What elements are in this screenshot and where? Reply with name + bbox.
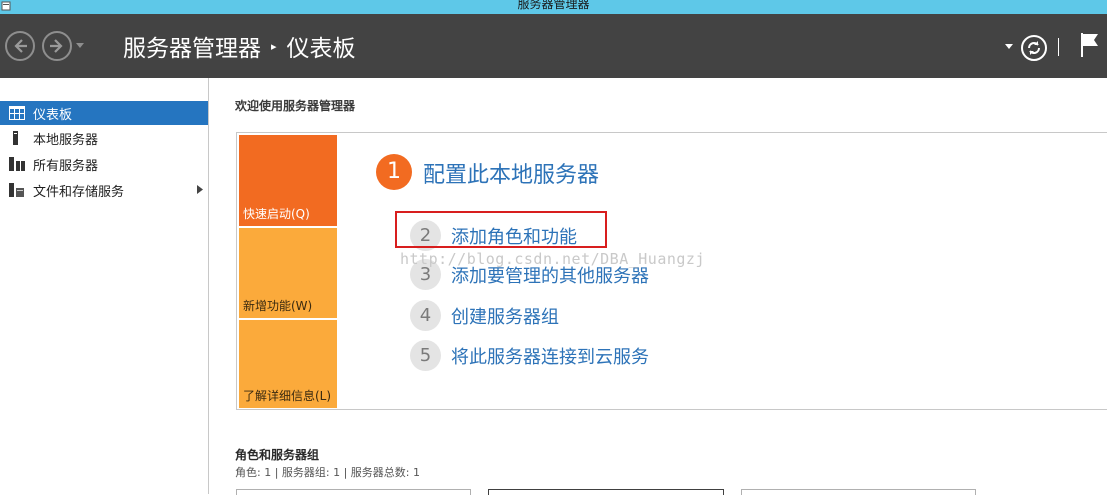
back-button[interactable] bbox=[5, 31, 35, 61]
chevron-right-icon[interactable] bbox=[197, 185, 203, 194]
roles-section-summary: 角色: 1 | 服务器组: 1 | 服务器总数: 1 bbox=[235, 466, 421, 479]
welcome-title: 欢迎使用服务器管理器 bbox=[235, 99, 356, 113]
tile-label: 新增功能(W) bbox=[243, 299, 313, 313]
role-card[interactable] bbox=[741, 489, 976, 495]
sidebar-item-label: 所有服务器 bbox=[33, 159, 99, 174]
tile-learn-more[interactable]: 了解详细信息(L) bbox=[239, 320, 337, 408]
sidebar-item-file-storage[interactable]: 文件和存储服务 bbox=[0, 178, 208, 202]
tile-whats-new[interactable]: 新增功能(W) bbox=[239, 228, 337, 318]
sidebar-item-dashboard[interactable]: 仪表板 bbox=[0, 101, 208, 125]
create-server-group-link[interactable]: 创建服务器组 bbox=[451, 303, 559, 329]
red-highlight-box bbox=[395, 211, 607, 248]
forward-button[interactable] bbox=[42, 31, 72, 61]
arrow-left-icon bbox=[14, 39, 27, 53]
quick-start-panel: 快速启动(Q) 新增功能(W) 了解详细信息(L) bbox=[236, 132, 1107, 410]
role-card[interactable] bbox=[488, 489, 724, 495]
server-icon bbox=[13, 131, 18, 145]
chevron-down-icon[interactable] bbox=[1005, 44, 1013, 49]
window-title: 服务器管理器 bbox=[517, 0, 590, 11]
storage-icon bbox=[9, 183, 24, 197]
sidebar-item-all-servers[interactable]: 所有服务器 bbox=[0, 152, 208, 176]
sidebar-item-label: 本地服务器 bbox=[33, 133, 99, 148]
refresh-button[interactable] bbox=[1021, 35, 1047, 61]
arrow-right-icon bbox=[50, 39, 63, 53]
roles-section-title: 角色和服务器组 bbox=[235, 448, 320, 462]
history-dropdown-icon[interactable] bbox=[76, 43, 84, 48]
breadcrumb-current: 仪表板 bbox=[286, 36, 356, 62]
tile-label: 快速启动(Q) bbox=[243, 207, 310, 221]
sidebar-item-label: 文件和存储服务 bbox=[33, 185, 125, 200]
header-divider bbox=[1058, 38, 1059, 56]
step-number-badge: 5 bbox=[410, 340, 441, 371]
watermark-text: http://blog.csdn.net/DBA_Huangzj bbox=[400, 250, 705, 268]
window-titlebar: 服务器管理器 bbox=[0, 0, 1107, 14]
step-number-badge: 1 bbox=[376, 154, 412, 190]
refresh-icon bbox=[1028, 41, 1040, 55]
dashboard-icon bbox=[9, 106, 25, 120]
servers-icon bbox=[9, 157, 25, 171]
breadcrumb-root[interactable]: 服务器管理器 bbox=[123, 29, 261, 63]
tile-label: 了解详细信息(L) bbox=[243, 389, 332, 403]
sidebar-item-label: 仪表板 bbox=[33, 108, 73, 123]
role-card[interactable] bbox=[236, 489, 471, 495]
breadcrumb: 服务器管理器 ▸ 仪表板 bbox=[123, 29, 356, 63]
flag-icon[interactable] bbox=[1080, 32, 1100, 58]
sidebar: 仪表板 本地服务器 所有服务器 文件和存储服务 bbox=[0, 78, 209, 494]
configure-local-server-link[interactable]: 配置此本地服务器 bbox=[423, 157, 599, 189]
step-number-badge: 4 bbox=[410, 300, 441, 331]
sidebar-item-local-server[interactable]: 本地服务器 bbox=[0, 126, 208, 150]
header-bar: 服务器管理器 ▸ 仪表板 bbox=[0, 14, 1107, 78]
tile-quick-start[interactable]: 快速启动(Q) bbox=[239, 135, 337, 226]
breadcrumb-separator-icon: ▸ bbox=[271, 39, 277, 53]
connect-cloud-services-link[interactable]: 将此服务器连接到云服务 bbox=[451, 343, 649, 369]
